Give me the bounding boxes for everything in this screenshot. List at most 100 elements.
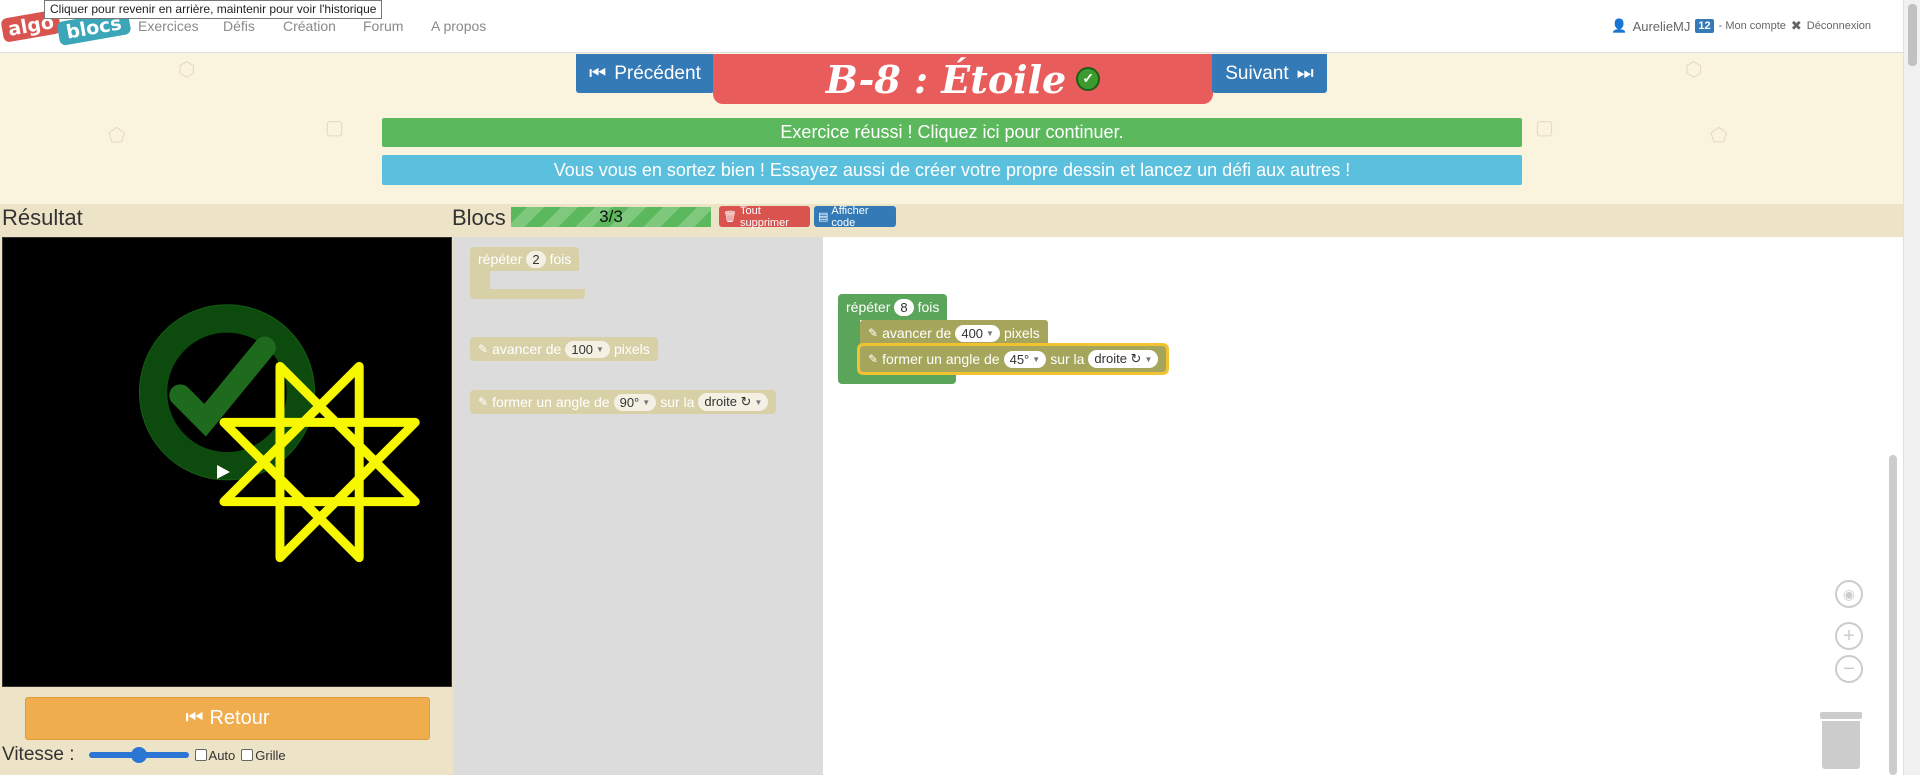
- repeat-suffix: fois: [549, 251, 572, 267]
- nav-exercices[interactable]: Exercices: [138, 18, 199, 34]
- forward-prefix: avancer de: [882, 325, 952, 341]
- forward-distance-value: 100: [571, 341, 594, 357]
- zoom-in-icon[interactable]: +: [1835, 622, 1863, 650]
- forward-distance-field[interactable]: 400 ▼: [955, 324, 1000, 342]
- toolbox-turn-block[interactable]: ✎ former un angle de 90° ▼ sur la droite …: [470, 390, 777, 414]
- pencil-icon: ✎: [478, 395, 489, 409]
- toolbox-forward-block[interactable]: ✎ avancer de 100 ▼ pixels: [470, 337, 658, 361]
- workspace-scrollbar[interactable]: [1889, 455, 1897, 775]
- next-label: Suivant: [1225, 62, 1289, 84]
- grid-checkbox[interactable]: Grille: [241, 747, 286, 763]
- trash-icon: 🗑: [723, 211, 737, 223]
- top-navbar: algo blocs Cliquer pour revenir en arriè…: [0, 0, 1903, 53]
- toolbox-repeat-arm: [470, 271, 490, 289]
- block-workspace[interactable]: répéter 8 fois ✎ avancer de 400 ▼ pixels …: [823, 237, 1903, 775]
- speed-slider[interactable]: [88, 747, 189, 763]
- toolbox-repeat-block[interactable]: répéter 2 fois: [470, 247, 580, 271]
- delete-all-label: Tout supprimer: [739, 204, 789, 229]
- pencil-icon: ✎: [478, 342, 489, 356]
- speed-slider-knob[interactable]: [130, 747, 147, 763]
- grid-checkbox-box[interactable]: [241, 749, 254, 761]
- turn-direction-value: droite ↻: [1094, 351, 1142, 366]
- decor-square-icon: ▢: [1535, 117, 1554, 139]
- retour-button[interactable]: ⏮ Retour: [25, 697, 430, 740]
- blocks-progress: 3/3: [511, 207, 711, 227]
- blocks-title: Blocs: [452, 205, 506, 230]
- rewind-icon: ⏮: [185, 707, 204, 729]
- repeat-count-field[interactable]: 2: [526, 250, 546, 268]
- nav-creation[interactable]: Création: [283, 18, 336, 34]
- success-banner[interactable]: Exercice réussi ! Cliquez ici pour conti…: [382, 118, 1522, 147]
- delete-all-button[interactable]: 🗑 Tout supprimer: [719, 204, 810, 229]
- repeat-count-value: 8: [900, 299, 908, 315]
- toolbox-repeat-bottom: [470, 289, 585, 299]
- completed-check-icon: ✓: [1076, 67, 1101, 91]
- skip-back-icon: ⏮: [589, 62, 607, 84]
- info-banner: Vous vous en sortez bien ! Essayez aussi…: [382, 155, 1522, 185]
- logout-icon: ✖: [1790, 18, 1802, 33]
- level-badge: 12: [1695, 19, 1714, 33]
- retour-label: Retour: [209, 707, 270, 729]
- page-scrollbar[interactable]: [1903, 0, 1920, 775]
- dropdown-arrow-icon: ▼: [1144, 354, 1153, 364]
- turn-angle-field[interactable]: 90° ▼: [613, 393, 657, 411]
- decor-hexagon-icon: ⬡: [178, 59, 196, 81]
- forward-suffix: pixels: [613, 341, 650, 357]
- turn-prefix: former un angle de: [882, 351, 1000, 367]
- turn-middle: sur la: [660, 394, 695, 410]
- workspace-forward-block[interactable]: ✎ avancer de 400 ▼ pixels: [860, 320, 1048, 346]
- nav-a-propos[interactable]: A propos: [431, 18, 486, 34]
- exercise-title: B-8 : Étoile ✓: [713, 54, 1213, 104]
- turn-middle: sur la: [1050, 351, 1085, 367]
- workspace-turn-block[interactable]: ✎ former un angle de 45° ▼ sur la droite …: [856, 343, 1170, 375]
- decor-hexagon-icon: ⬡: [1685, 59, 1703, 81]
- grid-label: Grille: [255, 747, 286, 763]
- previous-label: Précédent: [614, 62, 701, 84]
- block-toolbox: répéter 2 fois ✎ avancer de 100 ▼ pixels …: [453, 237, 823, 775]
- trash-can: [1822, 721, 1860, 769]
- dropdown-arrow-icon: ▼: [1032, 354, 1041, 364]
- dropdown-arrow-icon: ▼: [596, 344, 604, 354]
- drawing-canvas[interactable]: [2, 237, 452, 687]
- repeat-prefix: répéter: [846, 299, 891, 315]
- forward-distance-value: 400: [961, 325, 984, 341]
- nav-forum[interactable]: Forum: [363, 18, 403, 34]
- zoom-out-icon[interactable]: −: [1835, 655, 1863, 683]
- speed-controls: Vitesse : Auto Grille: [2, 744, 286, 766]
- nav-defis[interactable]: Défis: [223, 18, 255, 34]
- skip-forward-icon: ⏭: [1296, 62, 1314, 84]
- forward-suffix: pixels: [1003, 325, 1040, 341]
- turn-angle-value: 90°: [619, 394, 640, 410]
- auto-checkbox-box[interactable]: [194, 749, 207, 761]
- page-scrollbar-thumb[interactable]: [1908, 4, 1917, 66]
- repeat-count-field[interactable]: 8: [894, 298, 914, 316]
- logout-link[interactable]: Déconnexion: [1807, 20, 1871, 32]
- workspace-repeat-block[interactable]: répéter 8 fois: [838, 294, 948, 320]
- workspace-trash-icon[interactable]: [1820, 712, 1862, 769]
- dropdown-arrow-icon: ▼: [642, 397, 651, 407]
- previous-button[interactable]: ⏮ Précédent: [576, 54, 714, 93]
- decor-square-icon: ▢: [325, 117, 344, 139]
- pencil-icon: ✎: [868, 352, 879, 366]
- show-code-label: Afficher code: [831, 204, 869, 229]
- repeat-prefix: répéter: [478, 251, 523, 267]
- show-code-button[interactable]: ▤ Afficher code: [814, 204, 896, 229]
- forward-prefix: avancer de: [492, 341, 562, 357]
- auto-checkbox[interactable]: Auto: [194, 747, 236, 763]
- decor-pentagon-icon: ⬠: [1710, 125, 1728, 147]
- recenter-icon[interactable]: ◉: [1835, 580, 1863, 608]
- repeat-count-value: 2: [532, 251, 540, 267]
- turn-direction-field[interactable]: droite ↻ ▼: [698, 393, 769, 411]
- forward-distance-field[interactable]: 100 ▼: [565, 340, 610, 358]
- username[interactable]: AurelieMJ: [1633, 19, 1691, 34]
- next-button[interactable]: Suivant ⏭: [1212, 54, 1327, 93]
- decor-pentagon-icon: ⬠: [108, 125, 126, 147]
- account-link[interactable]: - Mon compte: [1719, 20, 1786, 32]
- turn-direction-field[interactable]: droite ↻ ▼: [1088, 350, 1159, 368]
- pencil-icon: ✎: [868, 326, 879, 340]
- turn-angle-field[interactable]: 45° ▼: [1003, 350, 1047, 368]
- result-title: Résultat: [2, 205, 83, 230]
- turn-prefix: former un angle de: [492, 394, 610, 410]
- auto-label: Auto: [208, 747, 236, 763]
- back-tooltip: Cliquer pour revenir en arrière, mainten…: [44, 0, 383, 19]
